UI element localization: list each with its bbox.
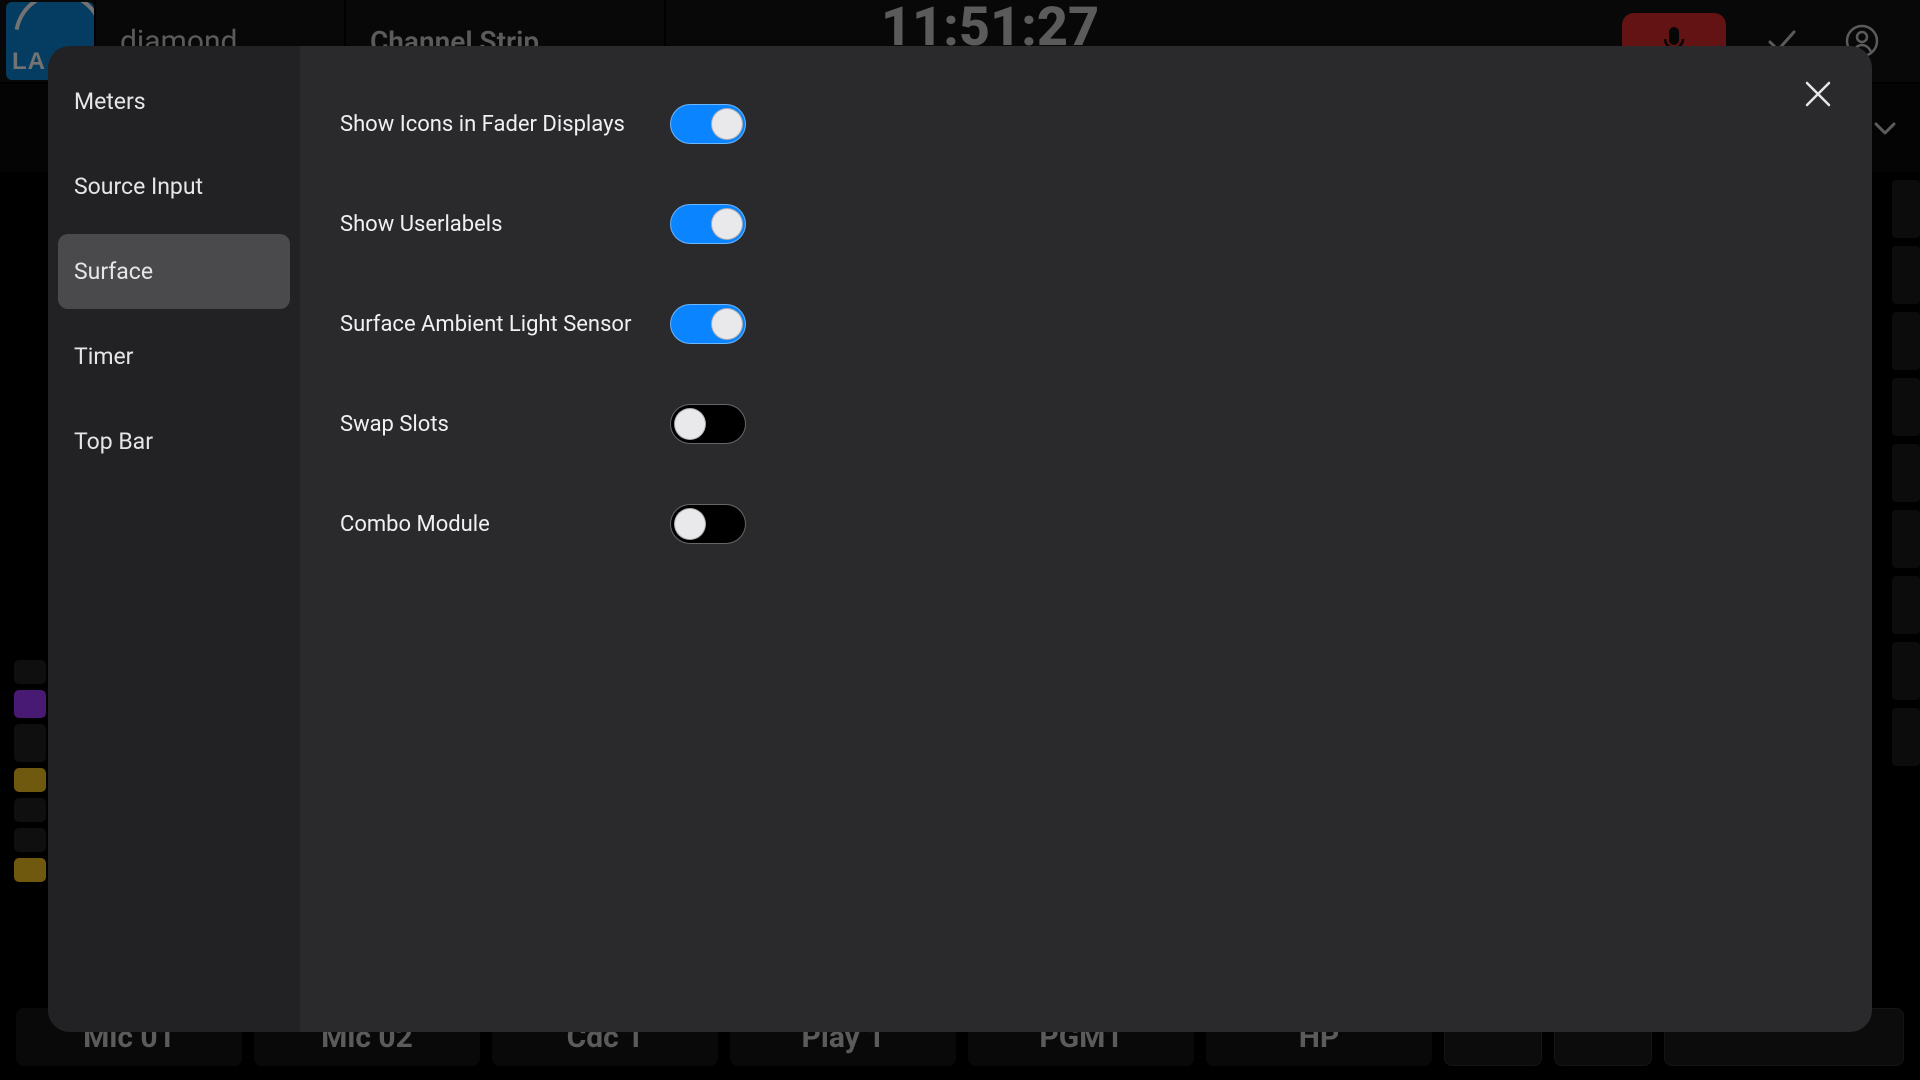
toggle-ambient-light[interactable] [670, 304, 746, 344]
sidebar-item-label: Source Input [74, 173, 203, 200]
setting-label: Surface Ambient Light Sensor [340, 312, 670, 337]
sidebar-item-label: Timer [74, 343, 133, 370]
sidebar-item-label: Top Bar [74, 428, 153, 455]
sidebar-item-surface[interactable]: Surface [58, 234, 290, 309]
setting-row-ambient-light: Surface Ambient Light Sensor [340, 274, 1832, 374]
setting-row-combo-module: Combo Module [340, 474, 1832, 574]
setting-label: Show Userlabels [340, 212, 670, 237]
setting-row-show-icons: Show Icons in Fader Displays [340, 74, 1832, 174]
sidebar-item-meters[interactable]: Meters [58, 64, 290, 139]
setting-label: Show Icons in Fader Displays [340, 112, 670, 137]
setting-label: Combo Module [340, 512, 670, 537]
setting-row-show-userlabels: Show Userlabels [340, 174, 1832, 274]
close-button[interactable] [1794, 70, 1842, 118]
sidebar-item-label: Surface [74, 258, 153, 285]
toggle-show-icons[interactable] [670, 104, 746, 144]
settings-sidebar: Meters Source Input Surface Timer Top Ba… [48, 46, 300, 1032]
sidebar-item-label: Meters [74, 88, 146, 115]
settings-modal: Meters Source Input Surface Timer Top Ba… [48, 46, 1872, 1032]
toggle-show-userlabels[interactable] [670, 204, 746, 244]
toggle-swap-slots[interactable] [670, 404, 746, 444]
settings-content: Show Icons in Fader Displays Show Userla… [300, 46, 1872, 1032]
toggle-combo-module[interactable] [670, 504, 746, 544]
sidebar-item-source-input[interactable]: Source Input [58, 149, 290, 224]
sidebar-item-timer[interactable]: Timer [58, 319, 290, 394]
close-icon [1803, 79, 1833, 109]
setting-label: Swap Slots [340, 412, 670, 437]
setting-row-swap-slots: Swap Slots [340, 374, 1832, 474]
sidebar-item-top-bar[interactable]: Top Bar [58, 404, 290, 479]
